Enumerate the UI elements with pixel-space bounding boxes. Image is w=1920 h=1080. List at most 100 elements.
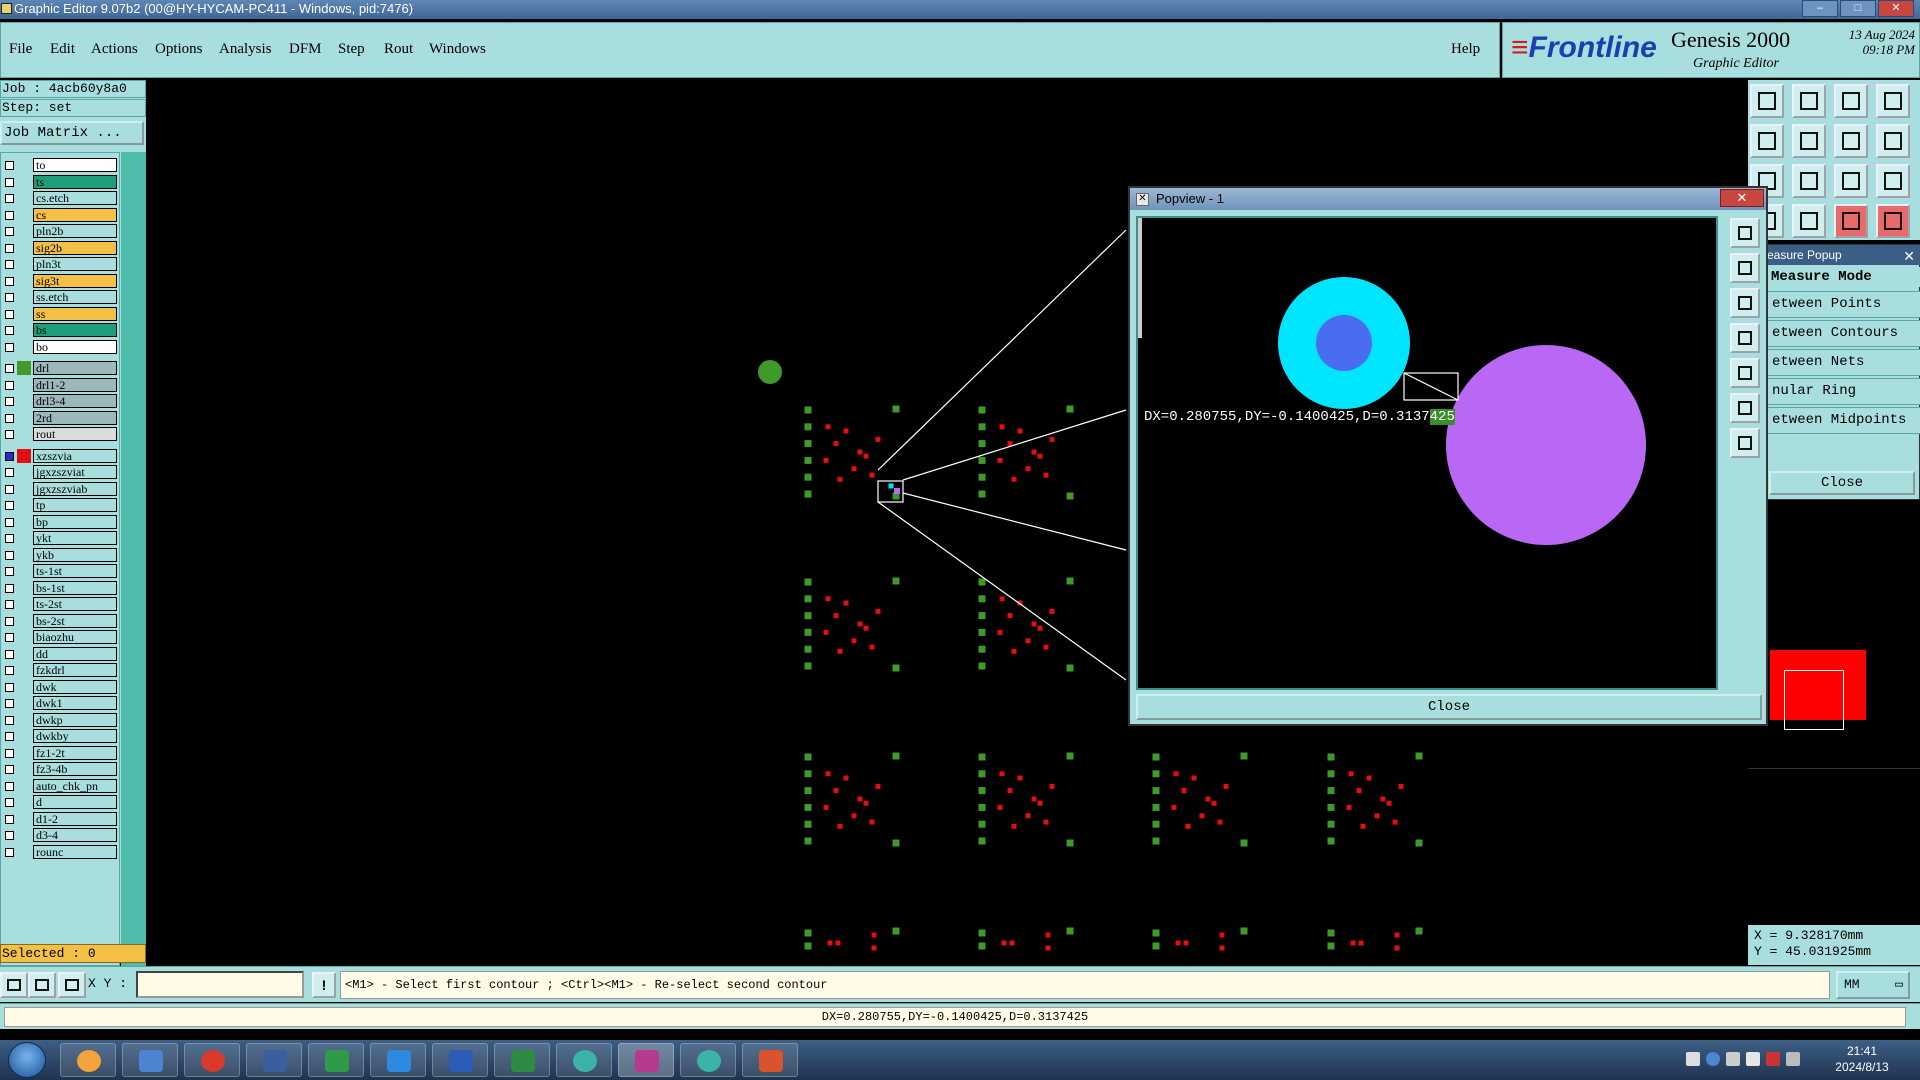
layer-name[interactable]: bo (33, 339, 117, 354)
system-clock[interactable]: 21:41 2024/8/13 (1822, 1043, 1902, 1075)
layer-name[interactable]: d1-2 (33, 811, 117, 826)
layer-name[interactable]: sig2b (33, 240, 117, 255)
layer-name[interactable]: ss (33, 306, 117, 321)
layer-checkbox[interactable] (5, 715, 14, 725)
layer-row[interactable]: tp (1, 498, 119, 512)
layer-checkbox[interactable] (5, 177, 14, 187)
layer-row[interactable]: bs-2st (1, 613, 119, 628)
pv-center-button[interactable] (1730, 428, 1760, 458)
window-up-button[interactable] (1750, 84, 1784, 118)
snap-button[interactable] (1876, 124, 1910, 158)
layer-name[interactable]: rout (33, 427, 117, 441)
layer-row[interactable]: dd (1, 646, 119, 661)
layer-checkbox[interactable] (5, 616, 14, 626)
layer-row[interactable]: d1-2 (1, 811, 119, 826)
pv-up-button[interactable] (1730, 253, 1760, 283)
pv-copy-button[interactable] (1730, 218, 1760, 248)
layer-name[interactable]: dwk (33, 679, 117, 694)
layer-row[interactable]: bo (1, 339, 119, 354)
tool-button-2[interactable] (28, 972, 56, 998)
layer-checkbox[interactable] (5, 260, 14, 269)
zoom-in-out-button[interactable] (1834, 124, 1868, 158)
task-eye[interactable] (556, 1043, 612, 1077)
layer-name[interactable]: ykb (33, 547, 117, 562)
mode-between-nets[interactable]: etween Nets (1765, 349, 1920, 376)
layer-checkbox[interactable] (5, 484, 14, 494)
layer-checkbox[interactable] (5, 732, 14, 741)
layer-name[interactable]: sig3t (33, 273, 117, 288)
layer-row[interactable]: rounc (1, 844, 119, 859)
layer-name[interactable]: bs-1st (33, 580, 117, 595)
layer-name[interactable]: dwk1 (33, 696, 117, 710)
layer-checkbox[interactable] (5, 293, 14, 302)
layer-checkbox[interactable] (5, 161, 14, 170)
menu-actions[interactable]: Actions (91, 41, 138, 58)
window-right-button[interactable] (1792, 124, 1826, 158)
layer-name[interactable]: biaozhu (33, 630, 117, 644)
layer-row[interactable]: cs (1, 207, 119, 222)
layer-checkbox[interactable] (5, 600, 14, 609)
layer-row[interactable]: jgxzszviab (1, 481, 119, 496)
measure-close-button[interactable]: Close (1769, 471, 1915, 495)
close-window-button[interactable]: ✕ (1878, 0, 1914, 17)
menu-edit[interactable]: Edit (50, 41, 75, 58)
one-to-one-button[interactable] (1834, 164, 1868, 198)
menu-windows[interactable]: Windows (429, 41, 486, 58)
pv-left-button[interactable] (1730, 323, 1760, 353)
layer-row[interactable]: fzkdrl (1, 663, 119, 677)
maximize-button[interactable]: □ (1840, 0, 1876, 17)
layer-checkbox[interactable] (5, 699, 14, 708)
layer-checkbox[interactable] (5, 227, 14, 236)
layer-name[interactable]: jgxzszviab (33, 481, 117, 496)
layer-name[interactable]: rounc (33, 844, 117, 859)
layer-row[interactable]: bs (1, 323, 119, 337)
pv-fit-button[interactable] (1730, 393, 1760, 423)
layer-row[interactable]: dwkby (1, 729, 119, 743)
layer-name[interactable]: jgxzszviat (33, 465, 117, 479)
task-app-red[interactable] (184, 1043, 240, 1077)
warning-button[interactable]: ! (312, 972, 336, 998)
layer-row[interactable]: ts (1, 174, 119, 189)
unit-selector[interactable]: MM ▭ (1836, 971, 1910, 999)
layer-checkbox[interactable] (5, 765, 14, 774)
overview-view-box[interactable] (1784, 670, 1844, 730)
layer-checkbox[interactable] (5, 451, 14, 461)
menu-dfm[interactable]: DFM (289, 41, 322, 58)
layer-checkbox[interactable] (5, 364, 14, 373)
layer-checkbox[interactable] (5, 847, 14, 857)
mode-annular-ring[interactable]: nular Ring (1765, 378, 1920, 405)
layer-row[interactable]: bp (1, 514, 119, 529)
layer-checkbox[interactable] (5, 380, 14, 390)
layer-row[interactable]: to (1, 158, 119, 172)
layer-row[interactable]: drl1-2 (1, 377, 119, 392)
layer-row[interactable]: fz3-4b (1, 762, 119, 776)
layer-row[interactable]: ts-2st (1, 597, 119, 611)
layer-row[interactable]: bs-1st (1, 580, 119, 595)
layer-name[interactable]: fzkdrl (33, 663, 117, 677)
grid-button[interactable] (1792, 204, 1826, 238)
layer-checkbox[interactable] (5, 649, 14, 659)
layer-row[interactable]: sig2b (1, 240, 119, 255)
layer-name[interactable]: ts (33, 174, 117, 189)
window-down-button[interactable] (1792, 84, 1826, 118)
layer-checkbox[interactable] (5, 633, 14, 642)
layer-list-scrollbar[interactable] (121, 152, 146, 966)
task-save[interactable] (246, 1043, 302, 1077)
layer-checkbox[interactable] (5, 666, 14, 675)
layer-name[interactable]: ss.etch (33, 290, 117, 304)
mode-between-contours[interactable]: etween Contours (1765, 320, 1920, 347)
layer-checkbox[interactable] (5, 501, 14, 510)
layer-checkbox[interactable] (5, 517, 14, 527)
layer-checkbox[interactable] (5, 583, 14, 593)
layer-checkbox[interactable] (5, 550, 14, 560)
layer-row[interactable]: drl3-4 (1, 394, 119, 408)
task-green[interactable] (308, 1043, 364, 1077)
zoom-fit-button[interactable] (1792, 164, 1826, 198)
layer-name[interactable]: pln2b (33, 224, 117, 238)
layer-row[interactable]: cs.etch (1, 191, 119, 205)
layer-checkbox[interactable] (5, 326, 14, 335)
layer-name[interactable]: fz1-2t (33, 745, 117, 760)
tool-button-1[interactable] (0, 972, 28, 998)
layer-row[interactable]: dwkp (1, 712, 119, 727)
layer-name[interactable]: tp (33, 498, 117, 512)
